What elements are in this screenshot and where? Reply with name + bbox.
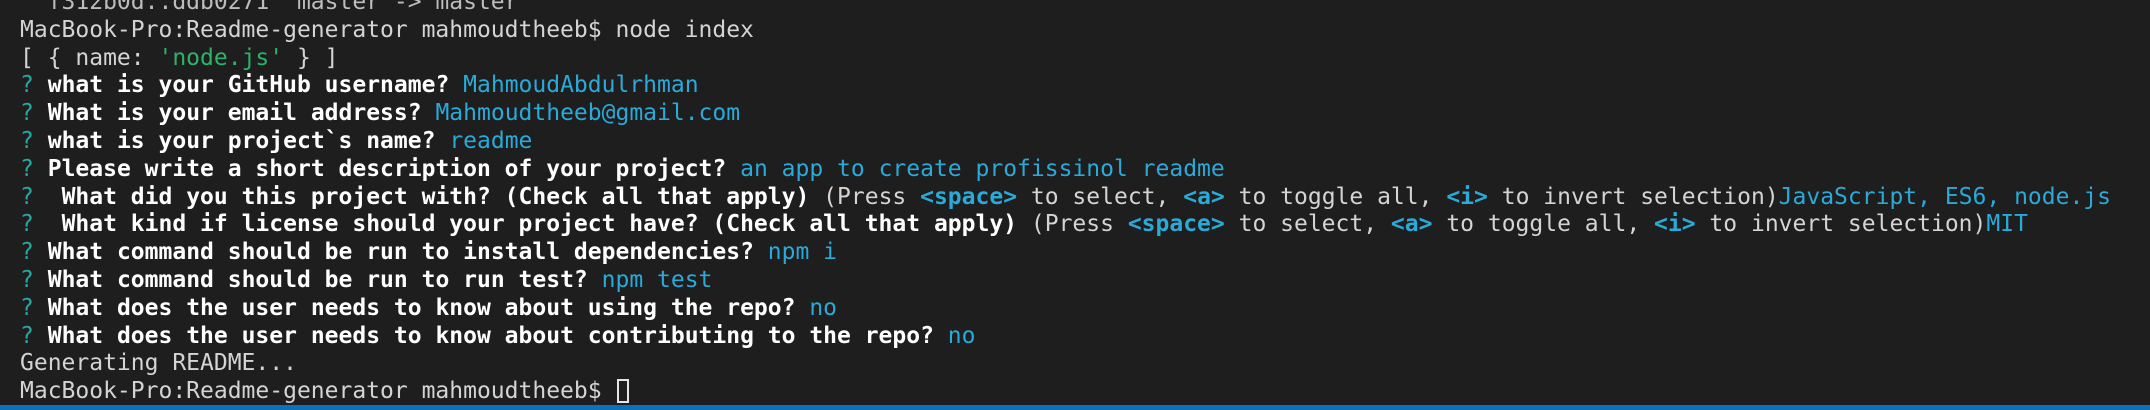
hint-press: (Press [809, 183, 921, 210]
hint-key-a: <a> [1183, 183, 1225, 210]
question-line-usage: ? What does the user needs to know about… [20, 295, 2111, 323]
question-line-install: ? What command should be run to install … [20, 239, 2111, 267]
question-mark-icon: ? [20, 127, 34, 154]
output-string: 'node.js' [158, 44, 284, 71]
terminal-output: f312b0d..ddb0271 master -> master MacBoo… [20, 0, 2111, 405]
question-line-email: ? What is your email address? Mahmoudthe… [20, 100, 2111, 128]
shell-prompt: MacBook-Pro:Readme-generator mahmoudthee… [20, 16, 616, 43]
answer-text: no [809, 294, 838, 321]
question-mark-icon: ? [20, 322, 34, 349]
question-line-technologies: ? What did you this project with? (Check… [20, 184, 2111, 212]
hint-toggle-all: to toggle all, [1224, 183, 1447, 210]
hint-key-i: <i> [1446, 183, 1488, 210]
answer-text: npm i [767, 239, 838, 266]
question-mark-icon: ? [20, 183, 34, 210]
answer-text: npm test [601, 266, 713, 293]
hint-key-a: <a> [1390, 211, 1433, 238]
output-prefix: [ { name: [20, 44, 159, 71]
question-mark-icon: ? [20, 155, 34, 182]
question-line-test: ? What command should be run to run test… [20, 267, 2111, 295]
hint-invert: to invert selection) [1487, 183, 1779, 210]
question-line-contributing: ? What does the user needs to know about… [20, 323, 2111, 351]
question-text: What command should be run to install de… [47, 239, 754, 266]
answer-text: an app to create profissinol readme [740, 155, 1225, 182]
answer-text: no [947, 322, 976, 349]
answer-text: MahmoudAbdulrhman [463, 72, 699, 99]
question-mark-icon: ? [20, 100, 34, 127]
hint-key-space: <space> [920, 183, 1018, 210]
question-line-license: ? What kind if license should your proje… [20, 211, 2111, 239]
terminal-line-status: Generating README... [20, 350, 2111, 378]
terminal-line-final-prompt[interactable]: MacBook-Pro:Readme-generator mahmoudthee… [20, 378, 2111, 405]
question-text: What kind if license should your project… [47, 211, 1018, 238]
question-line-description: ? Please write a short description of yo… [20, 156, 2111, 184]
question-line-username: ? what is your GitHub username? MahmoudA… [20, 72, 2111, 100]
question-line-project-name: ? what is your project`s name? readme [20, 128, 2111, 156]
question-text: What does the user needs to know about u… [47, 294, 796, 321]
terminal-window[interactable]: f312b0d..ddb0271 master -> master MacBoo… [0, 0, 2150, 405]
question-mark-icon: ? [20, 211, 34, 238]
question-mark-icon: ? [20, 294, 34, 321]
question-text: what is your GitHub username? [47, 72, 450, 99]
shell-prompt: MacBook-Pro:Readme-generator mahmoudthee… [20, 378, 616, 405]
hint-to-select: to select, [1017, 183, 1184, 210]
hint-toggle-all: to toggle all, [1432, 211, 1655, 238]
status-text: Generating README... [20, 350, 297, 377]
output-suffix: } ] [283, 44, 339, 71]
question-text: What did you this project with? (Check a… [47, 183, 810, 210]
shell-command: node index [615, 16, 754, 43]
answer-text: MIT [1986, 211, 2028, 238]
question-mark-icon: ? [20, 72, 34, 99]
terminal-bottom-border [0, 405, 2150, 410]
question-text: What does the user needs to know about c… [47, 322, 934, 349]
terminal-cursor[interactable] [617, 379, 630, 404]
question-text: Please write a short description of your… [47, 155, 727, 182]
question-mark-icon: ? [20, 239, 34, 266]
question-mark-icon: ? [20, 266, 34, 293]
git-push-output: f312b0d..ddb0271 master -> master [20, 0, 519, 15]
hint-invert: to invert selection) [1695, 211, 1987, 238]
terminal-line-command: MacBook-Pro:Readme-generator mahmoudthee… [20, 17, 2111, 45]
answer-text: JavaScript, ES6, node.js [1778, 183, 2112, 210]
hint-to-select: to select, [1224, 211, 1391, 238]
terminal-line-git-push: f312b0d..ddb0271 master -> master [20, 0, 2111, 17]
question-text: What is your email address? [47, 100, 422, 127]
hint-key-i: <i> [1654, 211, 1696, 238]
question-text: What command should be run to run test? [47, 266, 588, 293]
hint-press: (Press [1017, 211, 1128, 238]
answer-text: Mahmoudtheeb@gmail.com [435, 100, 741, 127]
answer-text: readme [449, 127, 533, 154]
terminal-line-output: [ { name: 'node.js' } ] [20, 45, 2111, 73]
question-text: what is your project`s name? [47, 127, 436, 154]
hint-key-space: <space> [1127, 211, 1225, 238]
